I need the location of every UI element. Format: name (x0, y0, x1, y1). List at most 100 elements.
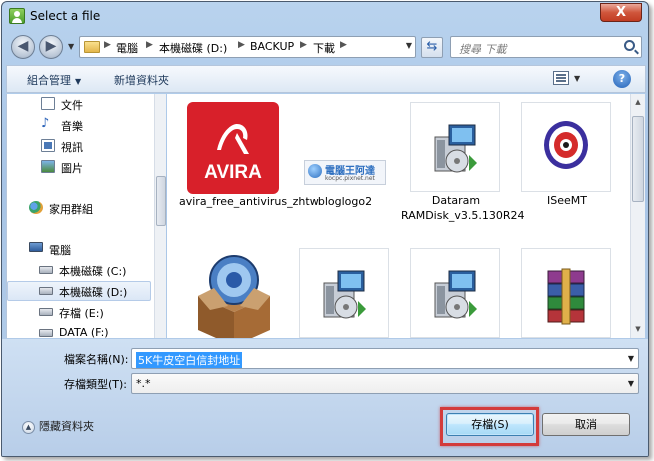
save-button-highlight (440, 407, 539, 446)
blog-logo-image: 電腦王阿達 kocpc.pixnet.net (304, 160, 386, 185)
address-bar[interactable]: ▶ 電腦 ▶ 本機磁碟 (D:) ▶ BACKUP ▶ 下載 ▶ ▼ (79, 36, 416, 58)
sidebar-item-videos[interactable]: 視訊 (7, 136, 151, 156)
file-item[interactable]: Dataram RAMDisk_v3.5.130R24 (401, 94, 524, 234)
file-name: avira_free_antivirus_zhtw (179, 195, 319, 208)
file-dialog: Select a file X ◀ ▶ ▼ ▶ 電腦 ▶ 本機磁碟 (D:) ▶… (1, 1, 649, 457)
app-user-icon (9, 8, 25, 24)
breadcrumb-separator-icon[interactable]: ▶ (146, 40, 153, 50)
sidebar-item-label: 電腦 (49, 244, 71, 257)
cancel-button[interactable]: 取消 (542, 413, 630, 436)
document-icon (41, 97, 55, 110)
installer-icon (323, 270, 366, 319)
file-thumbnail (410, 102, 500, 192)
breadcrumb-computer[interactable]: 電腦 (116, 40, 138, 56)
file-thumbnail (521, 102, 611, 192)
address-dropdown-icon[interactable]: ▼ (406, 41, 412, 50)
hide-folders-button[interactable]: ▲ 隱藏資料夾 (22, 418, 94, 434)
file-name: ISeeMT (547, 194, 587, 207)
breadcrumb-backup[interactable]: BACKUP (250, 40, 294, 53)
scroll-up-icon[interactable]: ▲ (631, 98, 645, 106)
chevron-up-icon: ▲ (22, 420, 35, 434)
navigation-pane: 文件 ♪ 音樂 視訊 圖片 家用群組 電腦 本機磁碟 (C:) 本機磁碟 (D: (6, 94, 166, 338)
organize-label: 組合管理 (27, 74, 71, 87)
view-options-dropdown-icon[interactable]: ▼ (574, 74, 580, 83)
navigation-scrollbar[interactable] (154, 94, 166, 338)
picture-icon (41, 160, 55, 173)
change-view-icon[interactable] (553, 71, 569, 85)
file-item[interactable] (290, 240, 395, 338)
file-thumbnail (299, 248, 389, 338)
new-folder-button[interactable]: 新增資料夾 (114, 72, 169, 88)
close-button[interactable]: X (600, 3, 642, 22)
refresh-button[interactable]: ⇆ (421, 37, 443, 58)
sidebar-item-label: 圖片 (61, 162, 83, 175)
breadcrumb-drive-d[interactable]: 本機磁碟 (D:) (159, 40, 227, 56)
sidebar-item-drive-e[interactable]: 存檔 (E:) (7, 302, 151, 322)
scroll-down-icon[interactable]: ▼ (631, 325, 645, 333)
command-toolbar: 組合管理 ▼ 新增資料夾 ▼ ? (6, 65, 646, 93)
installer-icon (434, 124, 477, 173)
forward-button[interactable]: ▶ (39, 35, 63, 59)
sidebar-item-drive-c[interactable]: 本機磁碟 (C:) (7, 260, 151, 280)
sidebar-item-label: 文件 (61, 99, 83, 112)
title-bar: Select a file X (2, 2, 648, 30)
filename-input[interactable]: 5K牛皮空白信封地址 ▼ (131, 348, 639, 369)
music-icon: ♪ (41, 116, 50, 131)
filetype-value: *.* (136, 377, 151, 390)
back-button[interactable]: ◀ (11, 35, 35, 59)
file-list: AVIRA avira_free_antivirus_zhtw 電腦王阿達 ko… (167, 94, 645, 338)
breadcrumb-separator-icon[interactable]: ▶ (340, 40, 347, 50)
sidebar-item-label: 本機磁碟 (C:) (59, 265, 127, 278)
file-item[interactable] (512, 240, 617, 338)
file-item[interactable] (179, 240, 284, 338)
sidebar-item-drive-f[interactable]: DATA (F:) (7, 323, 151, 338)
breadcrumb-separator-icon[interactable]: ▶ (104, 40, 111, 50)
file-item[interactable]: ISeeMT (512, 94, 617, 234)
file-item[interactable] (401, 240, 506, 338)
file-thumbnail (410, 248, 500, 338)
avira-logo-text: AVIRA (204, 162, 262, 183)
globe-icon (308, 164, 322, 178)
organize-menu[interactable]: 組合管理 ▼ (27, 72, 81, 88)
filetype-label: 存檔類型(T): (64, 378, 128, 391)
sidebar-item-label: 本機磁碟 (D:) (59, 286, 128, 299)
sidebar-item-drive-d[interactable]: 本機磁碟 (D:) (7, 281, 151, 301)
sidebar-item-pictures[interactable]: 圖片 (7, 157, 151, 177)
avira-icon: AVIRA (187, 102, 279, 194)
recent-pages-dropdown-icon[interactable]: ▼ (68, 42, 74, 51)
sidebar-item-homegroup[interactable]: 家用群組 (7, 198, 151, 218)
navigation-bar: ◀ ▶ ▼ ▶ 電腦 ▶ 本機磁碟 (D:) ▶ BACKUP ▶ 下載 ▶ ▼… (2, 32, 648, 62)
file-item[interactable]: 電腦王阿達 kocpc.pixnet.net bloglogo2 (290, 94, 395, 234)
breadcrumb-downloads[interactable]: 下載 (313, 40, 335, 56)
filetype-select[interactable]: *.* ▼ (131, 373, 639, 394)
sidebar-item-music[interactable]: ♪ 音樂 (7, 115, 151, 135)
file-item[interactable]: AVIRA avira_free_antivirus_zhtw (179, 94, 319, 234)
sidebar-item-computer[interactable]: 電腦 (7, 239, 151, 259)
itunes-package-icon (198, 255, 270, 338)
blog-logo-subtext: kocpc.pixnet.net (325, 175, 375, 182)
sidebar-item-documents[interactable]: 文件 (7, 94, 151, 114)
drive-icon (39, 266, 53, 274)
search-placeholder: 搜尋 下載 (459, 43, 507, 56)
folder-icon (84, 41, 100, 53)
dialog-footer: 檔案名稱(N): 5K牛皮空白信封地址 ▼ 存檔類型(T): *.* ▼ ▲ 隱藏… (2, 339, 648, 456)
breadcrumb-separator-icon[interactable]: ▶ (238, 40, 245, 50)
video-icon (41, 139, 55, 152)
chevron-down-icon: ▼ (75, 77, 82, 86)
scrollbar-thumb[interactable] (156, 176, 166, 226)
filename-dropdown-icon[interactable]: ▼ (628, 354, 634, 363)
file-thumbnail (521, 248, 611, 338)
drive-icon (39, 329, 53, 337)
breadcrumb-separator-icon[interactable]: ▶ (300, 40, 307, 50)
winrar-icon (547, 268, 585, 325)
file-list-scrollbar[interactable]: ▲ ▼ (630, 94, 645, 338)
filetype-dropdown-icon[interactable]: ▼ (628, 379, 634, 388)
help-button[interactable]: ? (613, 70, 631, 88)
scrollbar-thumb[interactable] (632, 116, 644, 202)
hide-folders-label: 隱藏資料夾 (39, 420, 94, 433)
search-icon[interactable] (624, 40, 635, 51)
filename-label: 檔案名稱(N): (64, 353, 129, 366)
sidebar-item-label: 存檔 (E:) (59, 307, 104, 320)
search-input[interactable]: 搜尋 下載 (450, 36, 642, 58)
sidebar-item-label: 視訊 (61, 141, 83, 154)
